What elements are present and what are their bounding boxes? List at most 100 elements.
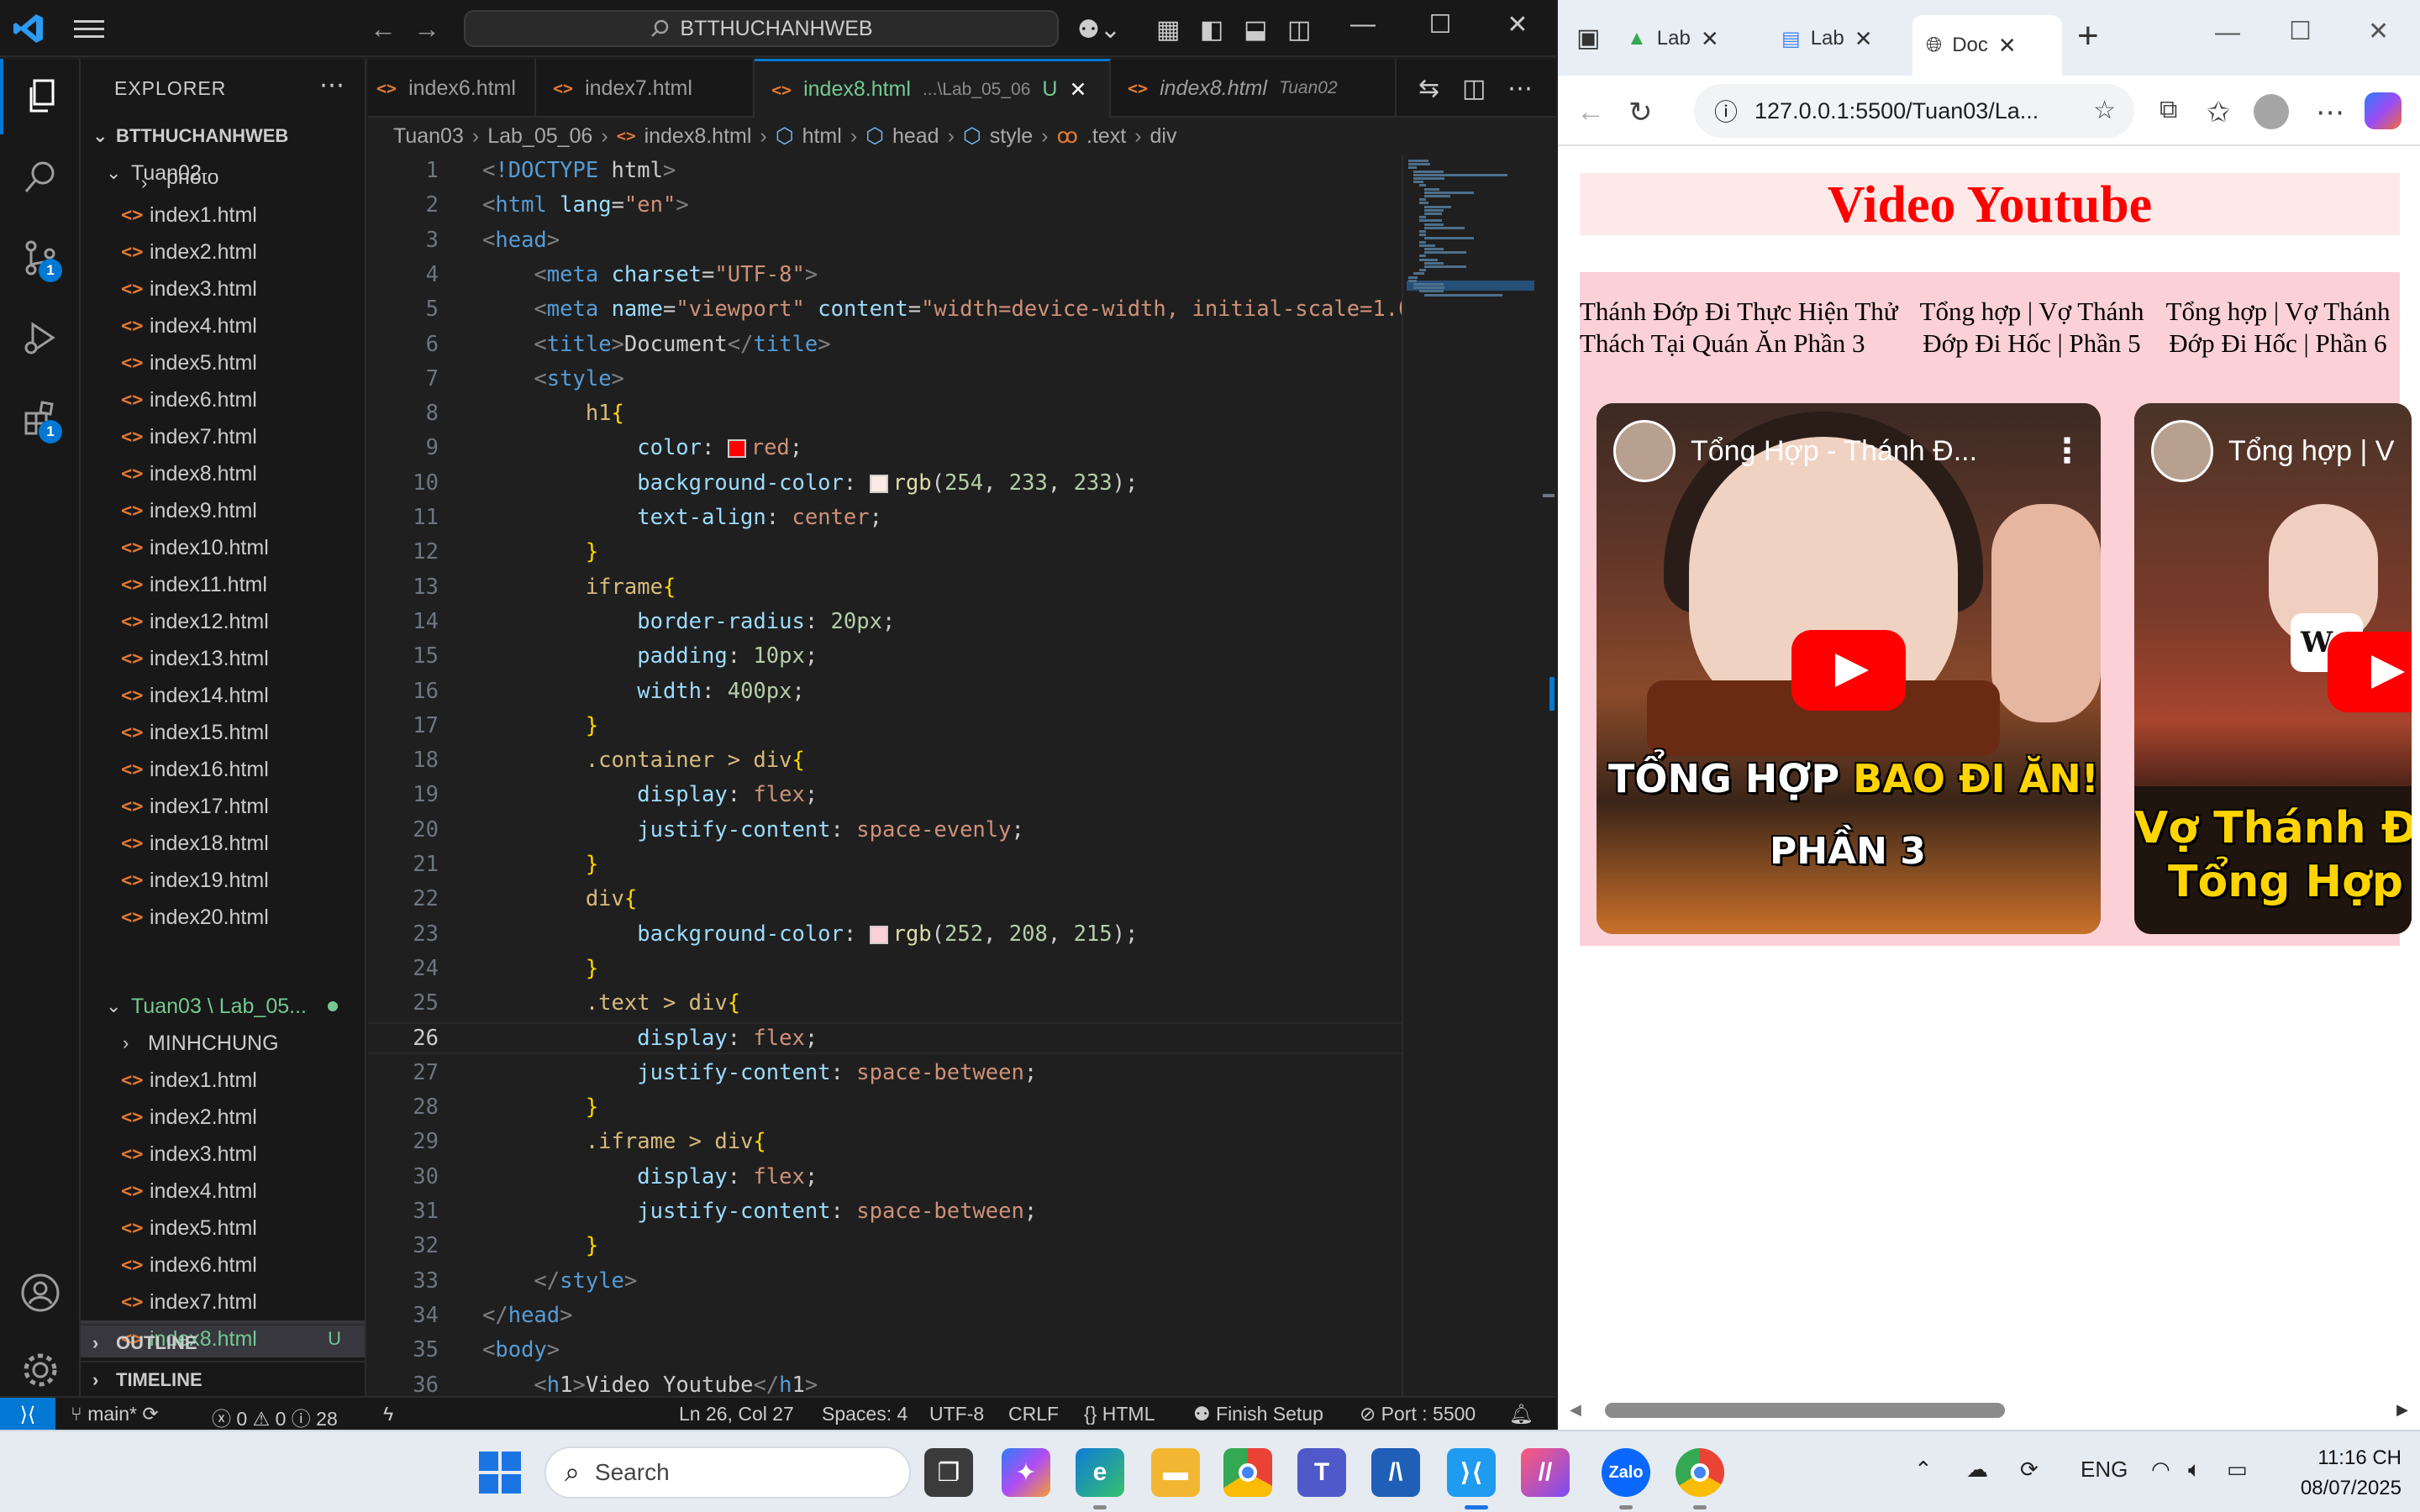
tree-file-item[interactable]: <> index2.html [81,234,365,270]
tree-file-item[interactable]: <> index10.html [81,529,365,566]
browser-tab-lab-1[interactable]: ▲ Lab ✕ [1613,15,1749,62]
youtube-embed-2[interactable]: Tổng hợp | Vợ We Vợ Thánh Đ Tổng Hợp [2134,403,2412,934]
command-center[interactable]: BTTHUCHANHWEB [464,10,1059,47]
scroll-right-icon[interactable]: ▶ [2396,1401,2408,1419]
close-tab-icon[interactable]: ✕ [1854,26,1873,52]
address-bar[interactable]: ⓘ 127.0.0.1:5500/Tuan03/La... ☆ [1694,84,2134,138]
tree-file-item[interactable]: <> index20.html [81,899,365,936]
code-editor[interactable]: 1 <!DOCTYPE html> 2 <html lang="en"> 3 <head>… [368,155,1402,1401]
tree-file-item[interactable]: <> index6.html [81,1247,365,1284]
tree-file-item[interactable]: <> index6.html [81,381,365,418]
forward-arrow-icon[interactable]: → [413,13,440,45]
tree-file-item[interactable]: <> index7.html [81,418,365,455]
toggle-panel-icon[interactable]: ⬓ [1244,15,1267,45]
windows-start-icon[interactable] [479,1452,521,1494]
chrome-app-icon[interactable] [1223,1448,1272,1497]
source-control-icon[interactable]: 1 [0,220,81,296]
minimap[interactable] [1402,155,1541,1401]
code-line[interactable]: 2 <html lang="en"> [368,189,1402,221]
code-line[interactable]: 27 justify-content: space-between; [368,1057,1402,1089]
color-swatch[interactable] [869,474,888,493]
toggle-secondary-sidebar-icon[interactable]: ◫ [1287,15,1311,45]
toggle-sidebar-icon[interactable]: ◧ [1200,15,1223,45]
menu-hamburger-icon[interactable] [72,15,106,42]
code-line[interactable]: 22 div{ [368,883,1402,915]
extension-puzzle-icon[interactable]: ⧉ [2160,96,2177,124]
color-swatch[interactable] [869,925,888,944]
code-line[interactable]: 8 h1{ [368,397,1402,429]
code-line[interactable]: 16 width: 400px; [368,675,1402,707]
tab-index7[interactable]: <> index7.html [536,59,755,118]
site-info-icon[interactable]: ⓘ [1714,94,1738,128]
youtube-play-button[interactable] [2328,632,2412,712]
minimap-viewport-slider[interactable] [1407,281,1534,291]
tree-file-item[interactable]: <> index8.html [81,455,365,492]
code-line[interactable]: 11 text-align: center; [368,501,1402,533]
code-line[interactable]: 34 </head> [368,1299,1402,1331]
task-view-icon[interactable]: ❐ [924,1448,973,1497]
tree-file-item[interactable]: <> index12.html [81,603,365,640]
new-tab-icon[interactable]: + [2077,15,2099,57]
youtube-play-button[interactable] [1791,630,1906,711]
tree-file-item[interactable]: <> index9.html [81,492,365,529]
tree-file-item[interactable]: <> index5.html [81,1210,365,1247]
volume-icon[interactable]: 🔈︎ [2188,1457,2202,1483]
file-explorer-icon[interactable]: ▬ [1151,1448,1200,1497]
indentation[interactable]: Spaces: 4 [822,1403,908,1425]
more-actions-icon[interactable]: ⋯ [319,71,345,100]
code-line[interactable]: 23 background-color: rgb(252, 208, 215); [368,918,1402,950]
tree-file-item[interactable]: <> index14.html [81,677,365,714]
tree-file-item[interactable]: <> index3.html [81,270,365,307]
code-line[interactable]: 21 } [368,848,1402,880]
code-line[interactable]: 3 <head> [368,224,1402,256]
code-line[interactable]: 4 <meta charset="UTF-8"> [368,259,1402,291]
cursor-position[interactable]: Ln 26, Col 27 [679,1403,794,1425]
breadcrumb-item[interactable]: .text [1086,124,1126,149]
input-language[interactable]: ENG [2081,1457,2128,1483]
close-tab-icon[interactable]: ✕ [1069,77,1086,102]
system-clock[interactable]: 11:16 CH 08/07/2025 [2284,1443,2402,1504]
design-app-icon[interactable]: // [1521,1448,1570,1497]
code-line[interactable]: 6 <title>Document</title> [368,328,1402,360]
code-line[interactable]: 26 display: flex; [368,1021,1402,1054]
tree-file-item[interactable]: <> index4.html [81,1173,365,1210]
customize-layout-icon[interactable]: ▦ [1156,15,1180,45]
line-ending[interactable]: CRLF [1008,1403,1059,1425]
browser-tab-lab-2[interactable]: ▤ Lab ✕ [1768,15,1904,62]
tree-file-item[interactable]: <> index2.html [81,1099,365,1136]
maximize-icon[interactable]: ☐ [1415,10,1465,39]
breadcrumb-item[interactable]: div [1150,124,1177,149]
folder-minhchung[interactable]: › MINHCHUNG [81,1025,365,1062]
run-debug-icon[interactable] [0,301,81,376]
browser-tab-doc-active[interactable]: 🌐︎ Doc ✕ [1912,15,2062,76]
zalo-app-icon[interactable]: Zalo [1602,1448,1650,1497]
favorite-star-icon[interactable]: ☆ [2093,96,2116,125]
close-tab-icon[interactable]: ✕ [1998,33,2017,59]
breadcrumb-item[interactable]: head [892,124,939,149]
tree-file-item[interactable]: <> index1.html [81,1062,365,1099]
problems-indicator[interactable]: ⓧ 0 ⚠ 0 ⓘ 28 [212,1403,338,1430]
more-actions-icon[interactable]: ⋯ [1507,74,1533,103]
teams-app-icon[interactable]: T [1297,1448,1346,1497]
code-line[interactable]: 29 .iframe > div{ [368,1126,1402,1158]
sync-icon[interactable]: ⟳ [2020,1457,2039,1483]
color-swatch[interactable] [727,439,746,459]
code-line[interactable]: 20 justify-content: space-evenly; [368,814,1402,846]
explorer-icon[interactable] [0,59,81,134]
code-line[interactable]: 7 <style> [368,363,1402,395]
close-icon[interactable]: ✕ [1492,10,1543,39]
back-arrow-icon[interactable]: ← [1576,96,1605,129]
code-line[interactable]: 9 color: red; [368,432,1402,464]
code-line[interactable]: 25 .text > div{ [368,987,1402,1019]
encoding[interactable]: UTF-8 [929,1403,984,1425]
chrome-profile-app-icon[interactable] [1676,1448,1724,1497]
close-icon[interactable]: ✕ [2368,17,2389,46]
channel-avatar[interactable] [1613,420,1676,482]
code-line[interactable]: 18 .container > div{ [368,744,1402,776]
code-line[interactable]: 32 } [368,1230,1402,1262]
breadcrumb-item[interactable]: Lab_05_06 [487,124,592,149]
code-line[interactable]: 35 <body> [368,1334,1402,1366]
tree-file-item[interactable]: <> index19.html [81,862,365,899]
finish-setup[interactable]: ⚉ Finish Setup [1193,1403,1323,1425]
remote-indicator-icon[interactable]: ⟩⟨ [0,1398,55,1430]
